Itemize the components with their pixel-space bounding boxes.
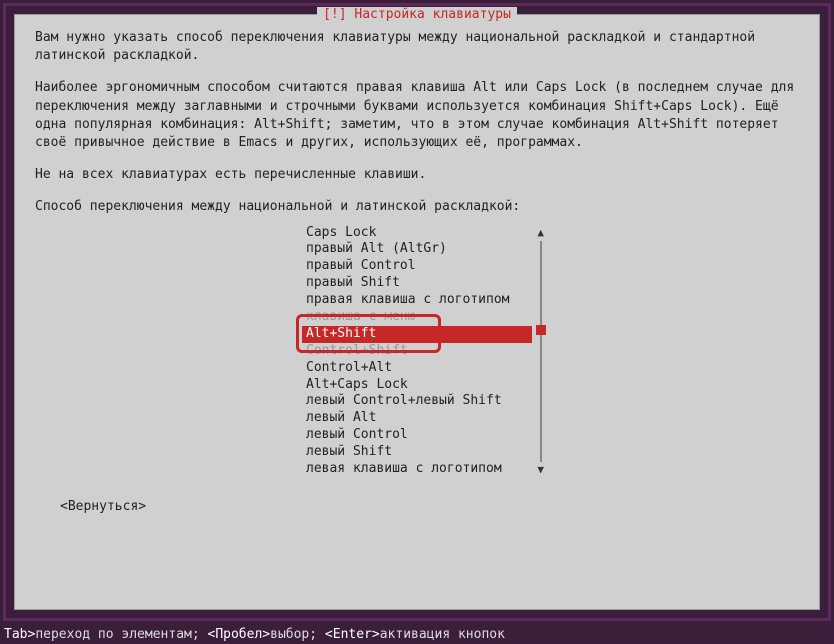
tab-key-hint: Tab>	[4, 627, 35, 642]
option-item[interactable]: левый Control+левый Shift	[302, 393, 532, 410]
option-item[interactable]: правый Control	[302, 258, 532, 275]
intro-paragraph-2: Наиболее эргономичным способом считаются…	[35, 79, 799, 152]
intro-paragraph-3: Не на всех клавиатурах есть перечисленны…	[35, 166, 799, 184]
scroll-up-icon: ▲	[537, 225, 544, 240]
tab-text: переход по элементам;	[35, 627, 207, 642]
option-item[interactable]: левый Control	[302, 427, 532, 444]
scrollbar-thumb[interactable]	[536, 325, 546, 335]
option-item[interactable]: Control+Alt	[302, 360, 532, 377]
option-item[interactable]: правый Shift	[302, 275, 532, 292]
option-item[interactable]: левый Alt	[302, 410, 532, 427]
keyboard-config-dialog: [!] Настройка клавиатуры Вам нужно указа…	[14, 14, 820, 610]
option-item[interactable]: Alt+Caps Lock	[302, 377, 532, 394]
intro-paragraph-1: Вам нужно указать способ переключения кл…	[35, 29, 799, 65]
space-key-hint: <Пробел>	[208, 627, 271, 642]
option-item[interactable]: Alt+Shift	[302, 326, 532, 343]
scrollbar-track	[540, 241, 542, 462]
option-item[interactable]: левый Shift	[302, 444, 532, 461]
back-button-wrap: <Вернуться>	[35, 498, 799, 516]
option-item[interactable]: клавиша с меню	[302, 309, 532, 326]
scroll-down-icon: ▼	[537, 462, 544, 477]
back-button[interactable]: <Вернуться>	[60, 499, 146, 514]
list-label: Способ переключения между национальной и…	[35, 198, 799, 216]
dialog-title: [!] Настройка клавиатуры	[317, 7, 517, 22]
option-list-wrap: ▲ ▼ Caps Lockправый Alt (AltGr)правый Co…	[35, 225, 799, 478]
option-list[interactable]: ▲ ▼ Caps Lockправый Alt (AltGr)правый Co…	[302, 225, 532, 478]
status-bar: Tab>переход по элементам; <Пробел>выбор;…	[4, 627, 505, 642]
option-item[interactable]: правый Alt (AltGr)	[302, 241, 532, 258]
enter-key-hint: <Enter>	[325, 627, 380, 642]
option-item[interactable]: правая клавиша с логотипом	[302, 292, 532, 309]
installer-frame: [!] Настройка клавиатуры Вам нужно указа…	[3, 3, 831, 621]
option-item[interactable]: Caps Lock	[302, 225, 532, 242]
option-item[interactable]: левая клавиша с логотипом	[302, 461, 532, 478]
space-text: выбор;	[270, 627, 325, 642]
option-item[interactable]: Control+Shift	[302, 343, 532, 360]
dialog-body: Вам нужно указать способ переключения кл…	[15, 15, 819, 526]
enter-text: активация кнопок	[380, 627, 505, 642]
